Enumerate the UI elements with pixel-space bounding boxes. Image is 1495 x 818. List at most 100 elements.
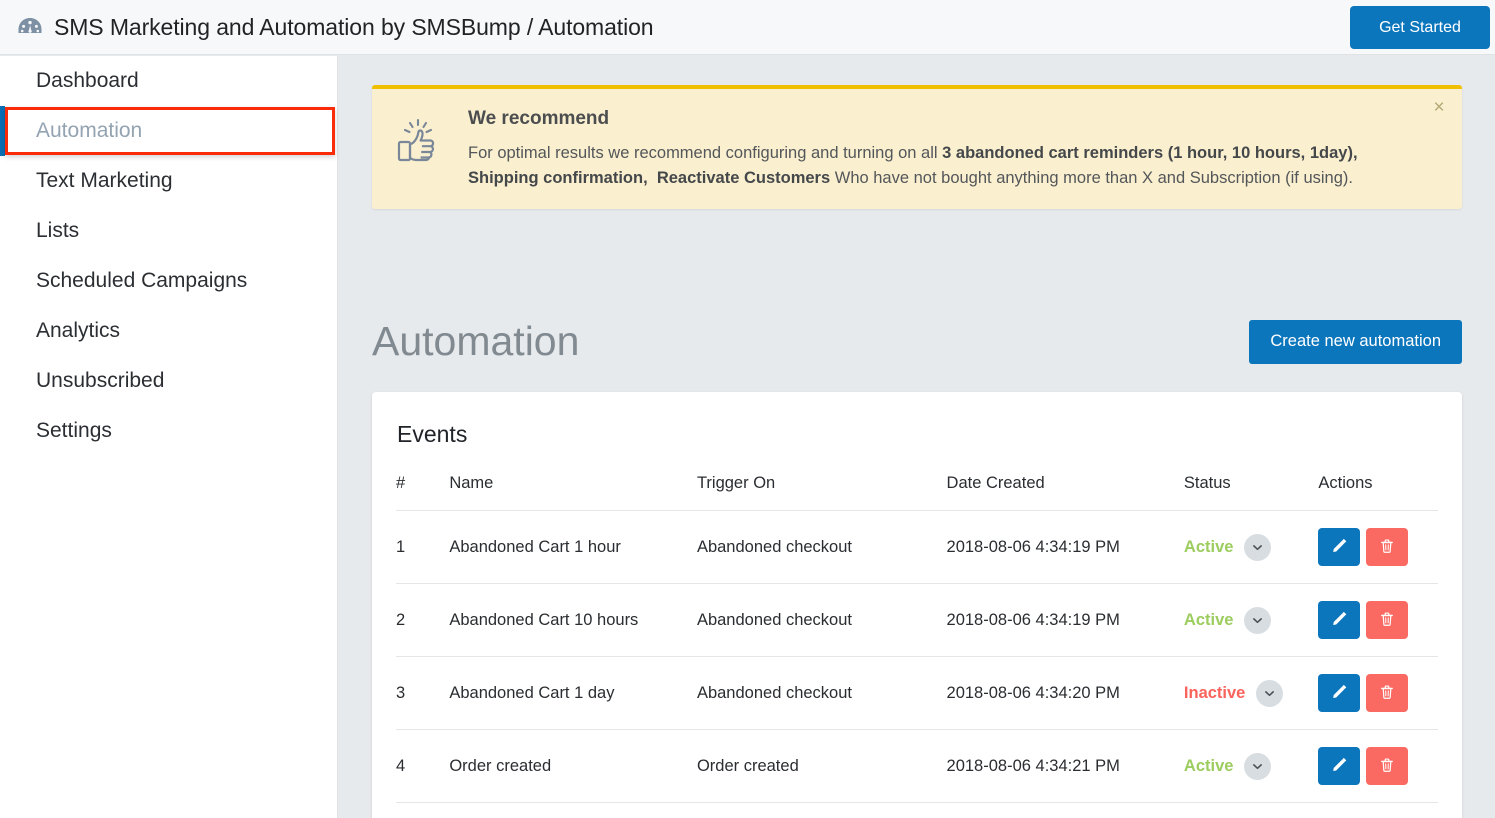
sidebar-item-label: Scheduled Campaigns: [36, 269, 248, 292]
row-actions-cell: [1318, 802, 1438, 818]
sidebar-item-label: Dashboard: [36, 69, 139, 92]
row-date-created: 2018-08-06 4:34:19 PM: [946, 510, 1184, 584]
edit-button[interactable]: [1318, 528, 1361, 566]
page-title: Automation: [372, 318, 580, 364]
sidebar-item-lists[interactable]: Lists: [0, 206, 337, 256]
sidebar-item-analytics[interactable]: Analytics: [0, 306, 337, 356]
banner-line1-prefix: For optimal results we recommend configu…: [468, 144, 943, 162]
table-header-row: # Name Trigger On Date Created Status Actions: [396, 474, 1438, 511]
row-number: 4: [396, 729, 450, 803]
sidebar-item-label: Unsubscribed: [36, 369, 165, 392]
banner-line2-bold1: Shipping confirmation,: [468, 169, 648, 187]
sidebar-item-label: Automation: [36, 119, 143, 142]
close-icon[interactable]: ×: [1428, 97, 1450, 119]
chevron-down-icon[interactable]: [1244, 606, 1272, 634]
sidebar-item-scheduled-campaigns[interactable]: Scheduled Campaigns: [0, 256, 337, 306]
sidebar: Dashboard Automation Text Marketing Lists Sc…: [0, 56, 338, 818]
row-status-cell: Active: [1183, 510, 1319, 584]
main-content: We recommend For optimal results we reco…: [339, 56, 1495, 818]
chevron-down-icon[interactable]: [1244, 752, 1272, 780]
app-header: SMS Marketing and Automation by SMSBump …: [0, 0, 1495, 55]
get-started-button[interactable]: Get Started: [1350, 6, 1490, 49]
trash-icon: [1379, 538, 1395, 557]
row-status-cell: Active: [1183, 583, 1319, 657]
sidebar-item-label: Settings: [36, 419, 112, 442]
table-column-header-trigger-on: Trigger On: [696, 474, 776, 492]
row-number: 2: [396, 583, 450, 657]
sidebar-item-text-marketing[interactable]: Text Marketing: [0, 156, 337, 206]
row-trigger-on: Abandoned checkout: [696, 510, 947, 584]
row-number: 1: [396, 510, 450, 584]
status-badge: Active: [1183, 756, 1234, 775]
delete-button[interactable]: [1366, 674, 1409, 712]
row-actions-cell: [1318, 583, 1438, 657]
row-number: 3: [396, 656, 450, 730]
row-date-created: 2018-08-06 4:34:19 PM: [946, 583, 1184, 657]
status-cell-inner: Active: [1183, 752, 1318, 780]
table-column-header-name: Name: [449, 474, 494, 492]
trash-icon: [1379, 757, 1395, 776]
delete-button[interactable]: [1366, 528, 1409, 566]
sidebar-item-dashboard[interactable]: Dashboard: [0, 56, 337, 106]
actions-cell-inner: [1318, 674, 1438, 712]
banner-line2-bold2: Reactivate Customers: [656, 169, 831, 187]
row-date-created: 2018-08-06 4:34:21 PM: [946, 802, 1184, 818]
chevron-down-icon[interactable]: [1256, 679, 1284, 707]
events-card: Events # Name Trigger On Date Created Status…: [372, 392, 1462, 818]
table-row: 4 Order created Order created 2018-08-06 4:…: [396, 729, 1438, 803]
banner-text: For optimal results we recommend configu…: [468, 141, 1442, 191]
table-row: 5Order status updatedOrder status update…: [396, 802, 1438, 818]
row-date-created: 2018-08-06 4:34:20 PM: [946, 656, 1184, 730]
row-status-cell: Active: [1183, 729, 1319, 803]
pencil-icon: [1331, 610, 1348, 630]
row-date-created: 2018-08-06 4:34:21 PM: [946, 729, 1184, 803]
table-column-header-actions: Actions: [1318, 474, 1373, 492]
trash-icon: [1379, 611, 1395, 630]
row-name: Order status updated: [449, 802, 697, 818]
table-row: 1 Abandoned Cart 1 hour Abandoned checkout…: [396, 510, 1438, 584]
sidebar-item-settings[interactable]: Settings: [0, 406, 337, 456]
status-cell-inner: Inactive: [1184, 679, 1318, 707]
banner-title: We recommend: [468, 108, 610, 129]
actions-cell-inner: [1318, 528, 1438, 566]
row-actions-cell: [1318, 510, 1438, 584]
row-actions-cell: [1318, 729, 1438, 803]
edit-button[interactable]: [1318, 601, 1361, 639]
row-number: 5: [396, 802, 450, 818]
row-trigger-on: Order status updated: [696, 802, 947, 818]
row-trigger-on: Abandoned checkout: [696, 656, 947, 730]
status-cell-inner: Active: [1183, 533, 1318, 561]
row-actions-cell: [1318, 656, 1438, 730]
thumbs-up-icon: [392, 114, 444, 166]
row-status-cell: Inactive: [1183, 802, 1319, 818]
chevron-down-icon[interactable]: [1244, 533, 1272, 561]
create-new-automation-button[interactable]: Create new automation: [1249, 319, 1462, 364]
row-name: Abandoned Cart 1 hour: [449, 510, 697, 584]
delete-button[interactable]: [1366, 601, 1409, 639]
table-column-header-status: Status: [1183, 474, 1231, 492]
table-body: 1 Abandoned Cart 1 hour Abandoned checkout…: [396, 510, 1438, 818]
row-name: Abandoned Cart 10 hours: [449, 583, 697, 657]
sidebar-item-label: Text Marketing: [36, 169, 173, 192]
recommendation-banner: We recommend For optimal results we reco…: [372, 85, 1462, 209]
table-column-header-date-created: Date Created: [946, 474, 1045, 492]
edit-button[interactable]: [1318, 747, 1361, 785]
page-heading-row: Automation Create new automation: [372, 304, 1462, 379]
row-trigger-on: Order created: [696, 729, 947, 803]
status-badge: Active: [1183, 610, 1234, 629]
row-name: Order created: [449, 729, 697, 803]
sidebar-active-accent-bar: [0, 106, 5, 156]
actions-cell-inner: [1318, 747, 1438, 785]
edit-button[interactable]: [1318, 674, 1361, 712]
page-title-breadcrumb: SMS Marketing and Automation by SMSBump …: [54, 13, 654, 40]
events-table: # Name Trigger On Date Created Status Actions…: [396, 474, 1438, 818]
status-cell-inner: Active: [1183, 606, 1318, 634]
sidebar-item-automation[interactable]: Automation: [0, 106, 337, 156]
banner-body: We recommend For optimal results we reco…: [468, 106, 1442, 191]
delete-button[interactable]: [1366, 747, 1409, 785]
events-card-title: Events: [397, 421, 468, 447]
sidebar-item-unsubscribed[interactable]: Unsubscribed: [0, 356, 337, 406]
status-badge: Active: [1183, 537, 1234, 556]
banner-line2-suffix: Who have not bought anything more than X…: [830, 169, 1353, 187]
sidebar-item-label: Analytics: [36, 319, 121, 342]
